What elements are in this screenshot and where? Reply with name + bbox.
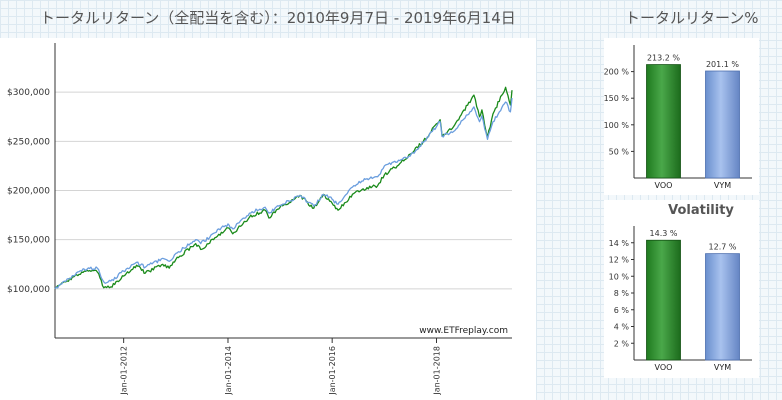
x-tick-label: Jan-01-2014	[224, 346, 233, 396]
y-tick-label: $300,000	[7, 88, 50, 98]
return-data-label: 213.2 %	[647, 54, 680, 63]
volatility-bar-voo	[646, 239, 681, 361]
line-chart-panel: $100,000 $150,000 $200,000 $250,000 $300,000…	[0, 38, 536, 400]
volatility-category-label: VYM	[714, 363, 731, 372]
y-tick-label: $150,000	[7, 236, 50, 246]
volatility-title: Volatility	[668, 203, 734, 218]
y-tick-label: $200,000	[7, 187, 50, 197]
volatility-bar-chart: Volatility 2 % 4 % 6 % 8 % 10 % 12 % 14 % 14.3 %…	[609, 203, 752, 372]
return-category-label: VOO	[655, 181, 673, 190]
x-tick-label: Jan-01-2016	[328, 346, 337, 396]
total-return-bar-chart: 50 % 100 % 150 % 200 % 213.2 % VOO 201.1 % VYM	[604, 45, 752, 190]
return-category-label: VYM	[714, 181, 731, 190]
total-return-line-chart: $100,000 $150,000 $200,000 $250,000 $300,000…	[7, 43, 513, 396]
volatility-data-label: 14.3 %	[650, 229, 678, 238]
volatility-y-tick-label: 12 %	[609, 256, 630, 265]
volatility-bar-panel: Volatility 2 % 4 % 6 % 8 % 10 % 12 % 14 % 14.3 %…	[604, 200, 759, 378]
y-tick-label: $250,000	[7, 137, 50, 147]
return-bar-panel: 50 % 100 % 150 % 200 % 213.2 % VOO 201.1 % VYM	[604, 38, 759, 195]
watermark-label: www.ETFreplay.com	[419, 326, 508, 336]
return-y-tick-label: 50 %	[609, 147, 630, 156]
series-line-voo	[54, 86, 513, 290]
return-y-tick-label: 150 %	[604, 94, 629, 103]
volatility-y-tick-label: 4 %	[614, 323, 630, 332]
return-y-tick-label: 200 %	[604, 68, 629, 77]
main-chart-title: トータルリターン（全配当を含む）：2010年9月7日 - 2019年6月14日	[40, 9, 516, 27]
volatility-y-tick-label: 10 %	[609, 272, 630, 281]
volatility-y-tick-label: 2 %	[614, 339, 630, 348]
x-tick-label: Jan-01-2018	[432, 346, 441, 396]
volatility-category-label: VOO	[655, 363, 673, 372]
return-y-tick-label: 100 %	[604, 121, 629, 130]
volatility-data-label: 12.7 %	[709, 243, 737, 252]
side-panel-title: トータルリターン%	[625, 9, 759, 27]
return-bar-vym	[705, 70, 740, 179]
return-data-label: 201.1 %	[706, 60, 739, 69]
volatility-y-tick-label: 14 %	[609, 239, 630, 248]
series-line-vym	[54, 98, 513, 290]
return-bar-voo	[646, 64, 681, 179]
x-tick-label: Jan-01-2012	[120, 346, 129, 396]
volatility-bar-vym	[705, 253, 740, 361]
volatility-y-tick-label: 6 %	[614, 306, 630, 315]
y-tick-label: $100,000	[7, 285, 50, 295]
volatility-y-tick-label: 8 %	[614, 289, 630, 298]
